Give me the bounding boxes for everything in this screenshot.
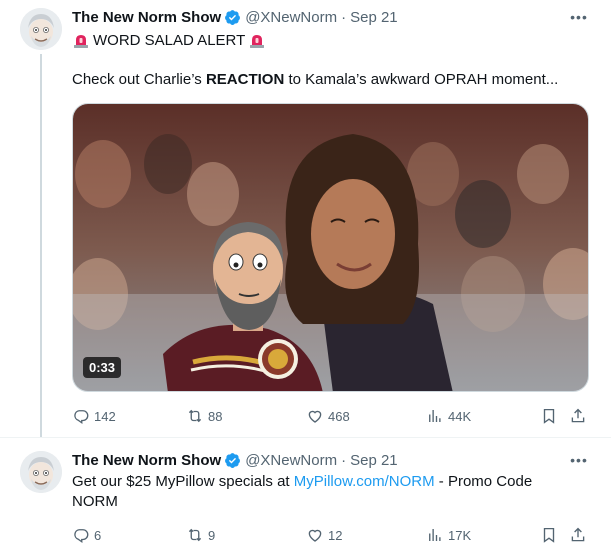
tweet-date[interactable]: Sep 21	[350, 9, 398, 26]
police-siren-icon	[73, 33, 89, 49]
tweet-actions: 142 88 468 44K	[72, 406, 597, 426]
video-player[interactable]: 0:33	[72, 103, 589, 392]
share-icon	[571, 527, 585, 542]
author-avatar[interactable]	[20, 8, 62, 50]
reply-button[interactable]: 142	[72, 406, 116, 426]
more-options-icon[interactable]: •••	[569, 450, 589, 470]
bookmark-icon	[543, 408, 555, 424]
thread-connector-line	[40, 54, 42, 437]
repost-button[interactable]: 9	[186, 525, 215, 545]
promo-link[interactable]: MyPillow.com/NORM	[294, 473, 435, 490]
tweet-1[interactable]: The New Norm Show @XNewNorm · Sep 21 •••…	[0, 0, 611, 437]
tweet-header: The New Norm Show @XNewNorm · Sep 21	[72, 450, 398, 470]
text-segment: Check out Charlie’s	[72, 71, 206, 88]
video-duration-badge: 0:33	[83, 357, 122, 378]
bookmark-button[interactable]	[540, 406, 558, 426]
alert-text: WORD SALAD ALERT	[93, 32, 246, 49]
heart-icon	[308, 410, 322, 423]
author-name[interactable]: The New Norm Show	[72, 452, 221, 469]
views-chart-icon	[429, 410, 441, 422]
views-button[interactable]: 17K	[426, 525, 471, 545]
police-siren-icon	[249, 33, 265, 49]
author-handle[interactable]: @XNewNorm	[245, 452, 337, 469]
tweet-text-line-1: WORD SALAD ALERT	[72, 31, 581, 51]
bookmark-icon	[543, 527, 555, 543]
reply-count: 6	[94, 527, 102, 543]
like-button[interactable]: 468	[306, 406, 350, 426]
separator-dot: ·	[341, 8, 347, 26]
verified-badge-icon	[224, 452, 241, 469]
more-options-icon[interactable]: •••	[569, 7, 589, 27]
tweet-actions: 6 9 12 17K	[72, 525, 597, 545]
repost-icon	[188, 409, 202, 423]
view-count: 44K	[448, 408, 472, 424]
author-handle[interactable]: @XNewNorm	[245, 9, 337, 26]
author-name[interactable]: The New Norm Show	[72, 9, 221, 26]
like-count: 468	[328, 408, 350, 424]
reply-icon	[74, 529, 89, 544]
tweet-2[interactable]: The New Norm Show @XNewNorm · Sep 21 •••…	[0, 437, 611, 549]
text-segment: to Kamala’s awkward OPRAH moment...	[284, 71, 559, 88]
repost-count: 9	[208, 527, 216, 543]
separator-dot: ·	[341, 451, 347, 469]
tweet-text-line-2: Check out Charlie’s REACTION to Kamala’s…	[72, 70, 581, 90]
share-button[interactable]	[569, 525, 587, 545]
verified-badge-icon	[224, 9, 241, 26]
share-button[interactable]	[569, 406, 587, 426]
reply-button[interactable]: 6	[72, 525, 101, 545]
view-count: 17K	[448, 527, 472, 543]
text-segment: Get our $25 MyPillow specials at	[72, 473, 294, 490]
tweet-header: The New Norm Show @XNewNorm · Sep 21	[72, 7, 398, 27]
repost-icon	[188, 528, 202, 542]
reply-count: 142	[94, 408, 116, 424]
tweet-date[interactable]: Sep 21	[350, 452, 398, 469]
views-chart-icon	[429, 529, 441, 541]
tweet-text: Get our $25 MyPillow specials at MyPillo…	[72, 472, 581, 512]
bookmark-button[interactable]	[540, 525, 558, 545]
like-count: 12	[328, 527, 343, 543]
repost-button[interactable]: 88	[186, 406, 222, 426]
like-button[interactable]: 12	[306, 525, 342, 545]
reply-icon	[74, 410, 89, 425]
text-bold-segment: REACTION	[205, 71, 285, 88]
views-button[interactable]: 44K	[426, 406, 471, 426]
share-icon	[571, 408, 585, 423]
heart-icon	[308, 529, 322, 542]
repost-count: 88	[208, 408, 223, 424]
author-avatar[interactable]	[20, 451, 62, 493]
video-thumbnail	[73, 104, 588, 391]
